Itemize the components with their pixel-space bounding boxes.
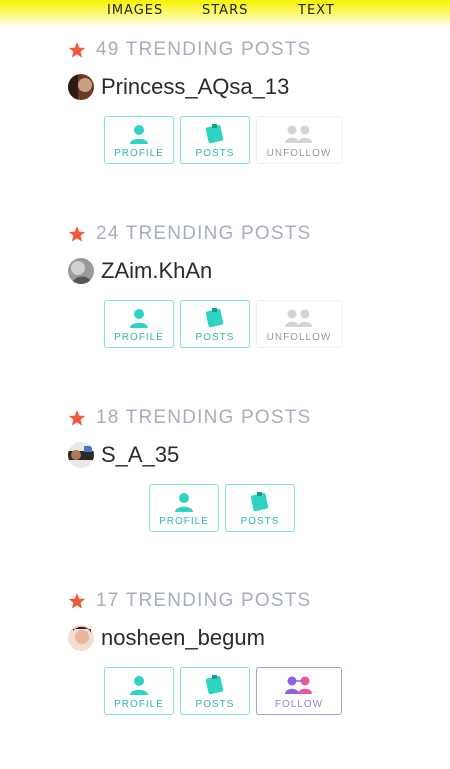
avatar[interactable] [68,442,94,468]
posts-label: POSTS [195,699,235,710]
user-row[interactable]: Princess_AQsa_13 [68,72,289,102]
top-tab-bar: IMAGES STARS TEXT [0,0,450,28]
users-disabled-icon [285,309,312,327]
trending-row: 18 TRENDING POSTS [68,406,311,430]
tab-text[interactable]: TEXT [298,3,335,18]
unfollow-button[interactable]: UNFOLLOW [256,116,342,164]
posts-button[interactable]: POSTS [225,484,295,532]
user-icon [130,309,148,328]
avatar[interactable] [68,258,94,284]
posts-button[interactable]: POSTS [180,116,250,164]
star-icon [68,593,86,609]
star-icon [68,42,86,58]
tab-images[interactable]: IMAGES [107,3,163,18]
avatar[interactable] [68,625,94,651]
username[interactable]: S_A_35 [101,442,179,468]
avatar[interactable] [68,74,94,100]
user-card: 18 TRENDING POSTS S_A_35 PROFILE POSTS [0,406,450,586]
posts-button[interactable]: POSTS [180,667,250,715]
trending-count: 49 TRENDING POSTS [96,39,312,60]
trending-row: 24 TRENDING POSTS [68,222,311,246]
profile-label: PROFILE [114,332,164,343]
user-icon [130,676,148,695]
users-disabled-icon [285,125,312,143]
follow-button[interactable]: FOLLOW [256,667,342,715]
user-card: 24 TRENDING POSTS ZAim.KhAn PROFILE POST… [0,222,450,402]
star-icon [68,226,86,242]
sticky-note-icon [205,675,224,695]
posts-label: POSTS [240,516,280,527]
profile-button[interactable]: PROFILE [149,484,219,532]
unfollow-button[interactable]: UNFOLLOW [256,300,342,348]
profile-button[interactable]: PROFILE [104,667,174,715]
username[interactable]: nosheen_begum [101,625,265,651]
profile-button[interactable]: PROFILE [104,116,174,164]
sticky-note-icon [250,492,269,512]
user-row[interactable]: S_A_35 [68,440,179,470]
sticky-note-icon [205,124,224,144]
user-card: 49 TRENDING POSTS Princess_AQsa_13 PROFI… [0,38,450,218]
user-icon [175,493,193,512]
user-icon [130,125,148,144]
profile-label: PROFILE [114,148,164,159]
tab-stars[interactable]: STARS [202,3,248,18]
users-follow-icon [285,676,312,694]
unfollow-label: UNFOLLOW [266,148,332,159]
trending-row: 17 TRENDING POSTS [68,589,311,613]
profile-label: PROFILE [159,516,209,527]
posts-label: POSTS [195,332,235,343]
trending-count: 24 TRENDING POSTS [96,223,312,244]
profile-label: PROFILE [114,699,164,710]
sticky-note-icon [205,308,224,328]
user-row[interactable]: ZAim.KhAn [68,256,212,286]
trending-count: 17 TRENDING POSTS [96,590,312,611]
trending-count: 18 TRENDING POSTS [96,407,312,428]
posts-button[interactable]: POSTS [180,300,250,348]
star-icon [68,410,86,426]
user-card: 17 TRENDING POSTS nosheen_begum PROFILE … [0,589,450,769]
posts-label: POSTS [195,148,235,159]
user-row[interactable]: nosheen_begum [68,623,265,653]
trending-row: 49 TRENDING POSTS [68,38,311,62]
unfollow-label: UNFOLLOW [266,332,332,343]
follow-label: FOLLOW [274,699,324,710]
username[interactable]: Princess_AQsa_13 [101,74,289,100]
profile-button[interactable]: PROFILE [104,300,174,348]
username[interactable]: ZAim.KhAn [101,258,212,284]
